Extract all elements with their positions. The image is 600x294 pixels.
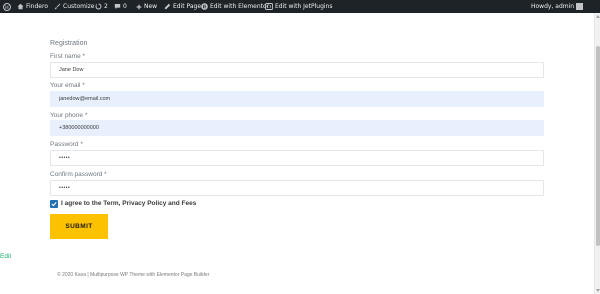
edit-jet-label: Edit with JetPlugins [275, 3, 333, 10]
updates-link[interactable]: 2 [95, 0, 108, 13]
edit-page-label: Edit Page [173, 3, 202, 10]
site-name: Findero [26, 3, 48, 10]
customize-label: Customize [63, 3, 95, 10]
avatar [576, 3, 584, 10]
password-field[interactable] [50, 150, 544, 166]
my-account-menu[interactable]: Howdy, admin [531, 0, 584, 13]
edit-elementor-label: Edit with Elementor [210, 3, 270, 10]
updates-count: 2 [104, 3, 108, 10]
password-label: Password * [50, 141, 83, 148]
first-name-field[interactable] [50, 62, 544, 78]
customize-link[interactable]: Customize [54, 0, 95, 13]
howdy-label: Howdy, admin [531, 3, 575, 10]
svg-text:W: W [4, 5, 10, 11]
wordpress-icon: W [3, 2, 11, 11]
home-icon [17, 3, 24, 10]
form-title: Registration [50, 40, 88, 47]
email-label: Your email * [50, 82, 85, 89]
edit-link[interactable]: Edit [0, 253, 11, 260]
comments-link[interactable]: 0 [114, 0, 127, 13]
wordpress-menu[interactable]: W [3, 0, 13, 13]
paintbrush-icon [54, 3, 61, 10]
scroll-up-arrow-icon[interactable] [596, 15, 600, 18]
new-content-link[interactable]: New [136, 0, 157, 13]
jetplugins-icon [265, 3, 273, 10]
scroll-thumb[interactable] [596, 46, 600, 246]
submit-button[interactable]: SUBMIT [50, 214, 108, 239]
email-field[interactable] [50, 91, 544, 107]
phone-label: Your phone * [50, 112, 88, 119]
phone-field[interactable] [50, 120, 544, 136]
confirm-password-field[interactable] [50, 180, 544, 196]
comment-icon [114, 4, 121, 9]
elementor-icon [201, 3, 208, 10]
site-name-link[interactable]: Findero [17, 0, 48, 13]
edit-jet-link[interactable]: Edit with JetPlugins [265, 0, 332, 13]
footer-copyright: © 2020 Kava | Multipurpose WP Theme with… [57, 272, 210, 278]
edit-page-link[interactable]: Edit Page [164, 0, 201, 13]
first-name-label: First name * [50, 53, 86, 60]
edit-elementor-link[interactable]: Edit with Elementor [201, 0, 269, 13]
scroll-down-arrow-icon[interactable] [596, 289, 600, 292]
new-label: New [144, 3, 158, 10]
pencil-icon [164, 3, 171, 10]
agree-label: I agree to the Term, Privacy Policy and … [61, 200, 197, 207]
updates-icon [95, 3, 102, 10]
plus-icon [136, 4, 142, 9]
checkmark-icon [51, 202, 57, 207]
confirm-password-label: Confirm password * [50, 171, 107, 178]
page-scrollbar[interactable] [594, 13, 600, 294]
agree-checkbox[interactable] [50, 200, 58, 208]
admin-bar: W Findero Customize 2 0 New Edit Page Ed… [0, 0, 600, 13]
comments-count: 0 [123, 3, 127, 10]
